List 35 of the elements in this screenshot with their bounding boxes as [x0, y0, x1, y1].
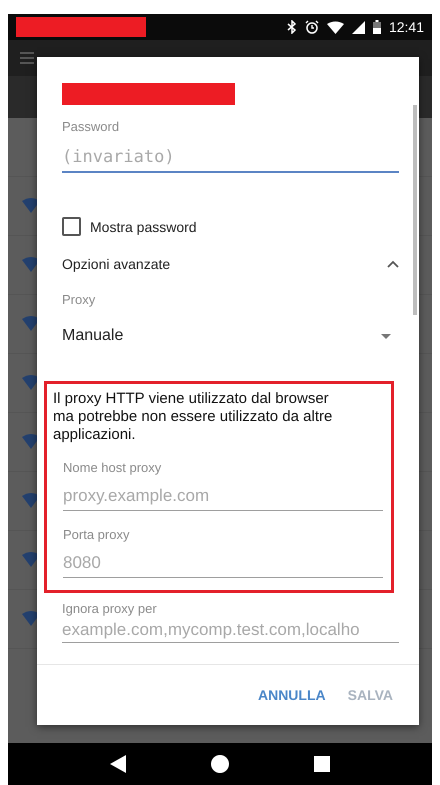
wifi-icon — [22, 316, 40, 332]
wifi-icon — [22, 375, 40, 391]
wifi-icon — [22, 611, 40, 627]
alarm-clock-icon — [304, 20, 319, 34]
dropdown-arrow-icon — [381, 334, 391, 338]
bluetooth-icon — [286, 20, 297, 34]
wifi-icon — [22, 493, 40, 509]
proxy-dropdown[interactable]: Manuale — [62, 327, 399, 345]
dialog-button[interactable]: ANNULLA — [258, 681, 326, 709]
home-icon[interactable] — [210, 755, 229, 773]
wifi-icon — [326, 20, 344, 34]
text-field[interactable]: proxy.example.com — [63, 479, 383, 511]
field-label: Porta proxy — [63, 527, 130, 542]
wifi-icon — [22, 552, 40, 568]
checkbox-label: Mostra password — [90, 218, 197, 234]
text-field[interactable]: 8080 — [63, 546, 383, 578]
back-icon[interactable] — [110, 755, 126, 773]
field-label: Proxy — [62, 292, 96, 307]
text-field[interactable]: example.com,mycomp.test.com,localho — [62, 616, 399, 643]
wifi-icon — [22, 434, 40, 450]
menu-icon — [20, 52, 34, 64]
checkbox[interactable] — [62, 217, 81, 236]
password-field[interactable]: (invariato) — [62, 140, 399, 173]
battery-icon — [372, 20, 381, 34]
scrollbar[interactable] — [413, 105, 417, 315]
status-time: 12:41 — [388, 19, 424, 35]
advanced-options-toggle[interactable]: Opzioni avanzate — [62, 256, 399, 272]
recents-icon[interactable] — [314, 756, 330, 772]
field-label: Ignora proxy per — [62, 601, 158, 616]
wifi-icon — [22, 257, 40, 273]
field-label: Password — [62, 119, 120, 134]
proxy-note: Il proxy HTTP viene utilizzato dal browser ma potrebbe non essere utilizzato da altre applicazioni. — [53, 390, 334, 444]
field-label: Nome host proxy — [63, 460, 162, 475]
wifi-icon — [22, 198, 40, 214]
signal-icon — [352, 20, 365, 34]
